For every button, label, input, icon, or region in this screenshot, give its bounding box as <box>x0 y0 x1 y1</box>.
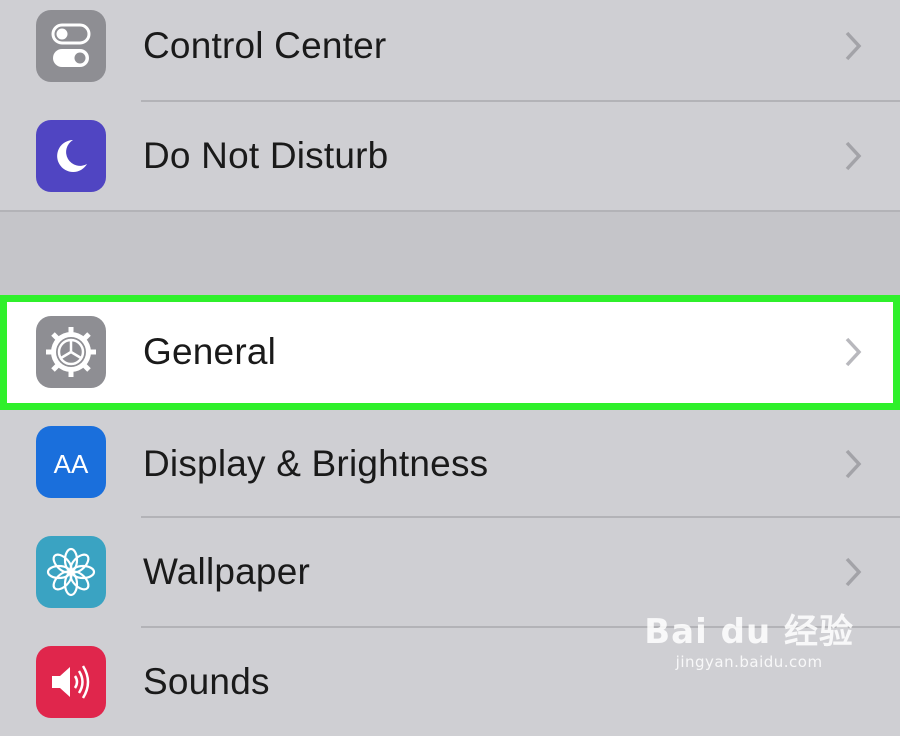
settings-row-control-center[interactable]: Control Center <box>0 0 900 100</box>
moon-icon <box>36 120 106 192</box>
chevron-right-icon <box>845 449 862 479</box>
settings-row-label: General <box>143 331 277 372</box>
text-size-icon: AA <box>36 426 106 498</box>
gear-icon <box>36 316 106 388</box>
chevron-right-icon <box>845 31 862 61</box>
chevron-right-icon <box>845 141 862 171</box>
settings-row-label: Display & Brightness <box>143 443 489 484</box>
settings-row-label: Wallpaper <box>143 551 310 592</box>
speaker-icon <box>36 646 106 718</box>
chevron-right-icon <box>845 557 862 587</box>
settings-row-label: Do Not Disturb <box>143 135 389 176</box>
flower-icon <box>36 536 106 608</box>
section-gap <box>0 212 900 296</box>
icon-text: AA <box>53 449 89 479</box>
watermark-sub: jingyan.baidu.com <box>675 653 823 671</box>
settings-row-general[interactable]: General <box>0 298 900 406</box>
chevron-right-icon <box>845 337 862 367</box>
watermark-main: Bai du 经验 <box>644 612 854 652</box>
settings-row-label: Control Center <box>143 25 387 66</box>
settings-row-display-brightness[interactable]: AA Display & Brightness <box>0 410 900 518</box>
baidu-watermark: Bai du 经验 jingyan.baidu.com <box>644 604 854 671</box>
toggle-switch-icon <box>36 10 106 82</box>
settings-row-label: Sounds <box>143 661 270 702</box>
settings-row-do-not-disturb[interactable]: Do Not Disturb <box>0 102 900 210</box>
